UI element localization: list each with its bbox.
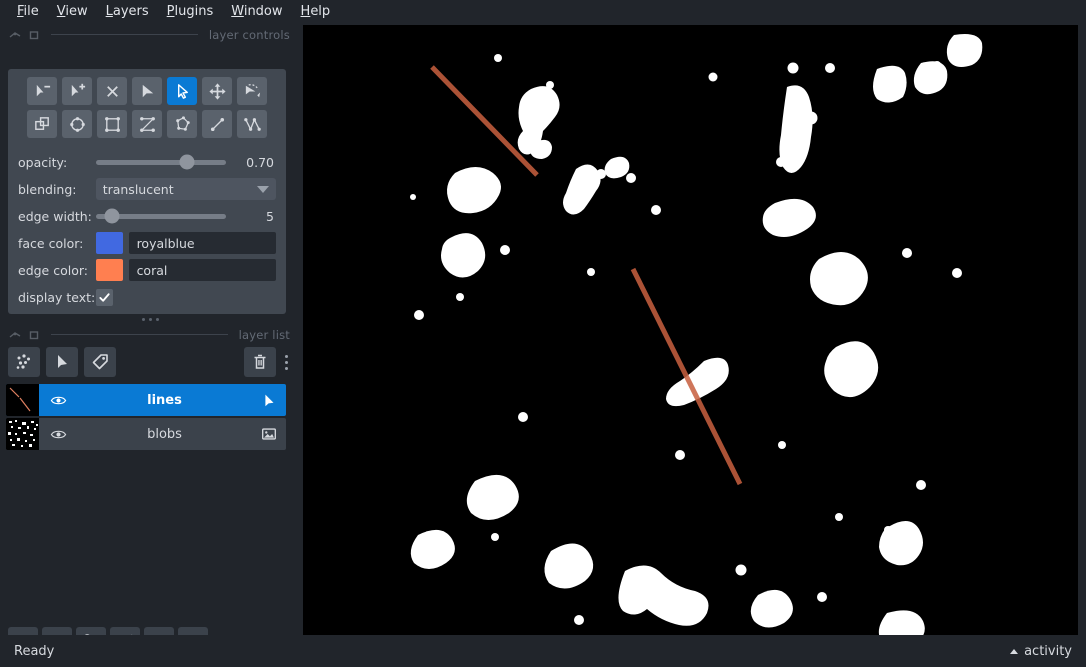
layer-visibility-toggle-blobs[interactable] [39, 426, 77, 443]
vertex-select-tool[interactable] [132, 77, 162, 105]
blending-value: translucent [102, 181, 174, 197]
layer-visibility-toggle-lines[interactable] [39, 392, 77, 409]
shapes-tool-grid [18, 77, 276, 138]
image-layer-type-icon [252, 425, 286, 443]
opacity-slider-track [96, 159, 226, 165]
delete-shape-tool[interactable] [97, 77, 127, 105]
status-bar: Ready activity [0, 635, 1086, 667]
add-polygon-lasso-tool[interactable] [167, 110, 197, 138]
activity-button[interactable]: activity [1010, 644, 1072, 659]
layer-list-title-label: layer list [238, 327, 290, 342]
menu-file[interactable]: File [8, 2, 48, 22]
chevron-down-icon [257, 185, 269, 193]
layer-name-blobs: blobs [147, 426, 182, 442]
dock-title-rule-2 [51, 334, 228, 335]
opacity-value: 0.70 [246, 154, 274, 170]
layer-controls-title-label: layer controls [208, 27, 290, 42]
close-dock-icon[interactable] [28, 29, 40, 41]
edge-color-row: edge color: coral [18, 258, 276, 282]
add-ellipse-tool[interactable] [62, 110, 92, 138]
add-polygon-tool[interactable] [132, 110, 162, 138]
display-text-row: display text: [18, 285, 276, 309]
status-message: Ready [14, 643, 55, 659]
shapes-tool-row-1 [27, 77, 267, 105]
menu-bar: File View Layers Plugins Window Help [0, 0, 1086, 24]
select-shape-tool[interactable] [167, 77, 197, 105]
opacity-label: opacity: [18, 154, 68, 170]
layer-name-lines: lines [147, 392, 182, 408]
opacity-slider[interactable] [96, 153, 226, 171]
close-dock-icon-2[interactable] [28, 329, 40, 341]
edge-color-swatch[interactable] [95, 259, 123, 281]
layer-row-blobs[interactable]: blobs [6, 418, 286, 450]
new-points-layer-button[interactable] [8, 347, 40, 377]
activity-label: activity [1024, 643, 1072, 659]
shapes-layer-type-icon [252, 391, 286, 409]
edge-width-slider[interactable] [96, 207, 226, 225]
add-line-tool[interactable] [202, 110, 232, 138]
layer-controls-dock-title: layer controls [0, 24, 300, 45]
transform-tool[interactable] [237, 77, 267, 105]
display-text-label: display text: [18, 289, 96, 305]
blending-row: blending: translucent [18, 177, 276, 201]
pan-zoom-tool[interactable] [202, 77, 232, 105]
shapes-tool-row-2 [27, 110, 267, 138]
face-color-swatch[interactable] [95, 232, 123, 254]
add-shape-tool[interactable] [62, 77, 92, 105]
canvas-svg [303, 25, 1078, 635]
layer-property-rows: opacity: 0.70 blending: translucent edge… [18, 150, 276, 309]
new-labels-layer-button[interactable] [84, 347, 116, 377]
layer-thumbnail-lines [6, 384, 39, 416]
float-dock-icon[interactable] [9, 29, 21, 41]
opacity-row: opacity: 0.70 [18, 150, 276, 174]
chevron-up-icon [1010, 648, 1019, 654]
viewer-canvas[interactable] [303, 25, 1078, 635]
edge-width-row: edge width: 5 [18, 204, 276, 228]
menu-window[interactable]: Window [222, 2, 291, 22]
menu-plugins[interactable]: Plugins [158, 2, 223, 22]
delete-selected-shape-tool[interactable] [27, 77, 57, 105]
edge-width-label: edge width: [18, 208, 92, 224]
layer-list-menu-button[interactable] [280, 347, 292, 377]
left-dock-column: layer controls opacity: 0.70 blending: t… [0, 24, 300, 657]
edge-width-value: 5 [266, 208, 274, 224]
blending-label: blending: [18, 181, 77, 197]
layer-list-button-bar [0, 344, 300, 380]
add-rectangle-tool[interactable] [97, 110, 127, 138]
dock-title-rule [51, 34, 198, 35]
display-text-checkbox[interactable] [96, 288, 113, 306]
blending-select[interactable]: translucent [95, 178, 276, 200]
face-color-field[interactable]: royalblue [128, 232, 276, 254]
face-color-row: face color: royalblue [18, 231, 276, 255]
menu-view[interactable]: View [48, 2, 97, 22]
edge-width-slider-knob[interactable] [104, 208, 120, 224]
new-shapes-layer-button[interactable] [46, 347, 78, 377]
edge-color-label: edge color: [18, 262, 88, 278]
duplicate-shape-tool[interactable] [27, 110, 57, 138]
menu-layers[interactable]: Layers [97, 2, 158, 22]
napari-window: File View Layers Plugins Window Help lay… [0, 0, 1086, 667]
layer-controls-panel: opacity: 0.70 blending: translucent edge… [8, 69, 286, 314]
add-path-tool[interactable] [237, 110, 267, 138]
layer-list-dock-title: layer list [0, 324, 300, 345]
edge-color-value: coral [136, 262, 168, 278]
float-dock-icon-2[interactable] [9, 329, 21, 341]
menu-help[interactable]: Help [292, 2, 340, 22]
layer-row-lines[interactable]: lines [6, 384, 286, 416]
delete-layer-button[interactable] [244, 347, 276, 377]
layer-thumbnail-blobs [6, 418, 39, 450]
edge-color-field[interactable]: coral [128, 259, 276, 281]
face-color-value: royalblue [136, 235, 195, 251]
layer-list: lines blobs [6, 384, 286, 452]
face-color-label: face color: [18, 235, 84, 251]
opacity-slider-knob[interactable] [179, 154, 195, 170]
